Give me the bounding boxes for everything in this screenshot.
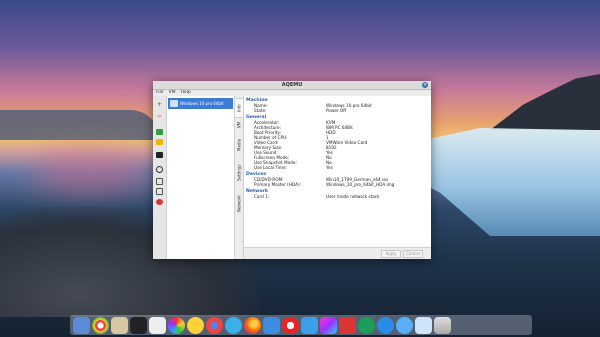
window-title: AQEMU	[281, 82, 303, 88]
colors-icon[interactable]	[168, 316, 185, 334]
terminal-icon[interactable]	[130, 316, 147, 334]
info-row: State: Power Off	[254, 108, 347, 113]
vm-list: Windows 10 pro 64bit	[167, 96, 235, 259]
cancel-button[interactable]: Cancel	[403, 250, 423, 258]
settings-icon[interactable]	[111, 316, 128, 334]
appstore-icon[interactable]	[396, 316, 413, 334]
finder-window-icon[interactable]	[415, 316, 432, 334]
close-icon[interactable]: ×	[422, 82, 428, 88]
remove-vm-icon[interactable]: −	[156, 114, 163, 120]
firefox-icon[interactable]	[244, 316, 261, 334]
action-bar: Apply Cancel	[244, 247, 431, 259]
word-icon[interactable]	[339, 316, 356, 334]
vm-info-panel: Machine Name: Windows 10 pro 64bit State:…	[244, 96, 431, 248]
news-icon[interactable]	[301, 316, 318, 334]
office-icon[interactable]	[358, 316, 375, 334]
tab-media[interactable]: Media	[235, 134, 243, 156]
browser-icon[interactable]	[206, 316, 223, 334]
trash-icon[interactable]	[434, 316, 451, 334]
vm-list-item[interactable]: Windows 10 pro 64bit	[168, 98, 233, 109]
save-icon[interactable]	[156, 178, 163, 185]
tab-settings[interactable]: Settings	[235, 158, 243, 188]
settings-icon[interactable]	[156, 199, 163, 205]
stop-icon[interactable]	[156, 152, 163, 158]
apply-button[interactable]: Apply	[381, 250, 401, 258]
reset-icon[interactable]	[156, 188, 163, 195]
app-icon[interactable]	[187, 316, 204, 334]
chrome-icon[interactable]	[92, 316, 109, 334]
aqemu-window: AQEMU × File VM Help + − Windows 10 pro …	[153, 81, 431, 259]
dock	[70, 315, 532, 335]
add-vm-icon[interactable]: +	[156, 102, 163, 108]
messages-icon[interactable]	[225, 316, 242, 334]
photo-icon[interactable]	[149, 316, 166, 334]
maps-icon[interactable]	[377, 316, 394, 334]
tab-info[interactable]: Info	[235, 98, 243, 118]
info-row: Use Local Time: Yes	[254, 165, 333, 170]
side-tabs: Info VM Media Settings Network	[235, 96, 244, 259]
vm-name-label: Windows 10 pro 64bit	[180, 101, 224, 106]
tab-network[interactable]: Network	[235, 190, 243, 218]
video-icon[interactable]	[320, 316, 337, 334]
windows-icon	[170, 100, 178, 107]
info-row: Card 1: User mode network stack	[254, 194, 380, 199]
finder-icon[interactable]	[73, 316, 90, 334]
info-row: Primary Master (HDA): Windows_10_pro_64bi…	[254, 182, 395, 187]
tab-vm[interactable]: VM	[235, 118, 243, 132]
vm-toolbar: + −	[153, 96, 167, 259]
opera-icon[interactable]	[282, 316, 299, 334]
start-icon[interactable]	[156, 129, 163, 135]
title-bar[interactable]: AQEMU ×	[153, 81, 431, 90]
screenshot-icon[interactable]	[156, 166, 163, 173]
mail-icon[interactable]	[263, 316, 280, 334]
pause-icon[interactable]	[156, 139, 163, 145]
